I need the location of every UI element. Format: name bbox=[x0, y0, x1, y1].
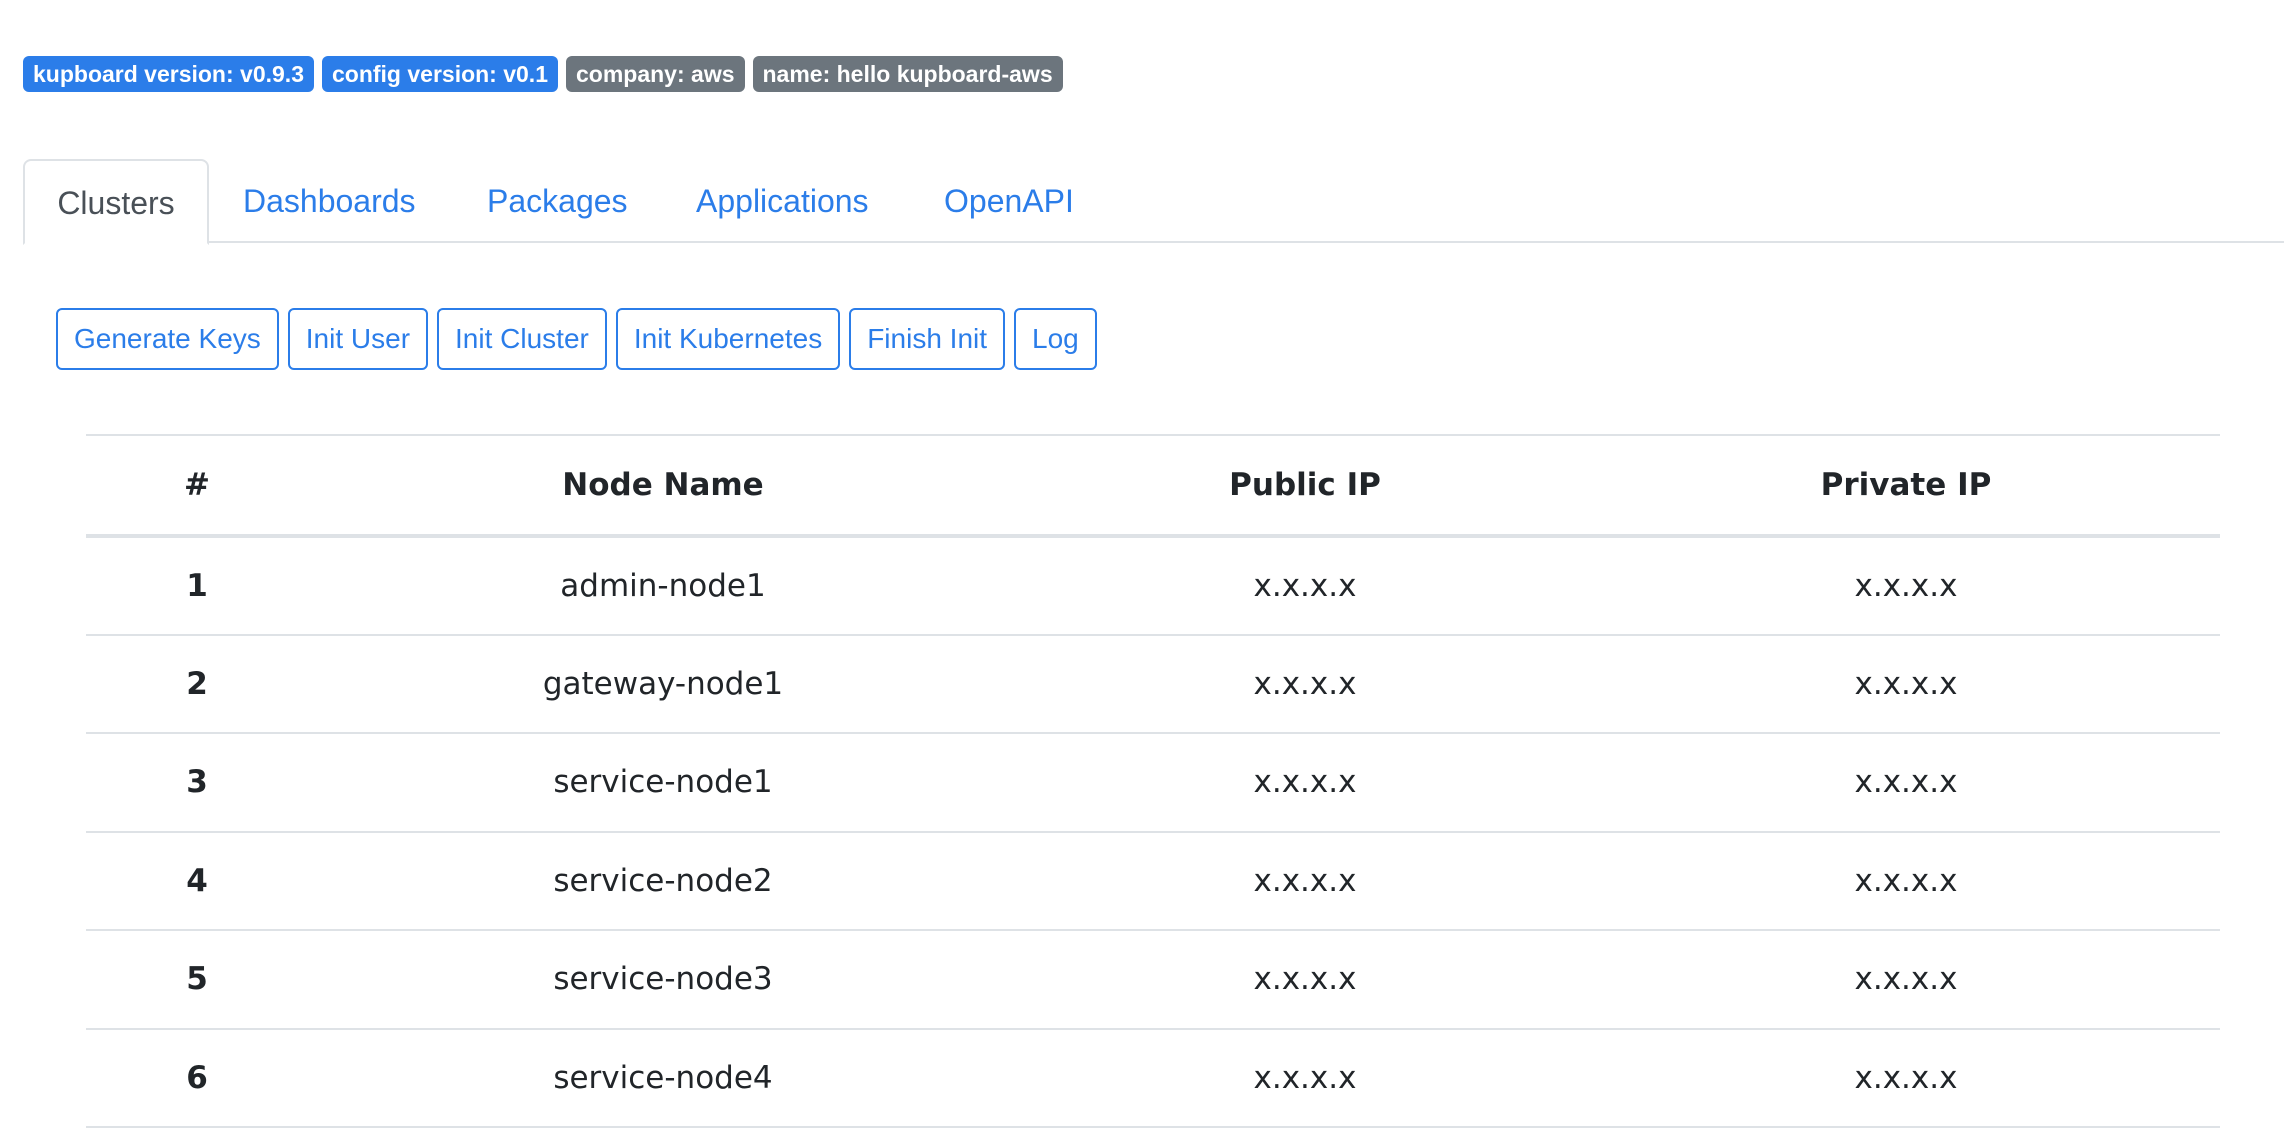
row-private-ip: x.x.x.x bbox=[1854, 961, 1958, 998]
table-row: 6 service-node4 x.x.x.x x.x.x.x bbox=[86, 1029, 2220, 1127]
row-index: 1 bbox=[186, 567, 208, 604]
row-private-ip: x.x.x.x bbox=[1854, 764, 1958, 801]
row-private-ip: x.x.x.x bbox=[1854, 665, 1958, 702]
row-public-ip: x.x.x.x bbox=[1253, 764, 1357, 801]
column-header-node-name: Node Name bbox=[562, 467, 764, 503]
nodes-table-container: # Node Name Public IP Private IP 1 admin… bbox=[86, 434, 2220, 1128]
name-badge: name: hello kupboard-aws bbox=[752, 56, 1063, 92]
version-badges: kupboard version: v0.9.3 config version:… bbox=[23, 56, 1063, 92]
cluster-actions: Generate Keys Init User Init Cluster Ini… bbox=[56, 308, 1097, 370]
row-private-ip: x.x.x.x bbox=[1854, 862, 1958, 899]
row-public-ip: x.x.x.x bbox=[1253, 862, 1357, 899]
row-public-ip: x.x.x.x bbox=[1253, 665, 1357, 702]
row-node-name: service-node2 bbox=[553, 862, 773, 899]
row-index: 3 bbox=[186, 764, 208, 801]
row-private-ip: x.x.x.x bbox=[1854, 567, 1958, 604]
table-row: 2 gateway-node1 x.x.x.x x.x.x.x bbox=[86, 635, 2220, 733]
column-header-private-ip: Private IP bbox=[1820, 467, 1992, 503]
nodes-table: # Node Name Public IP Private IP 1 admin… bbox=[86, 434, 2220, 1128]
table-row: 3 service-node1 x.x.x.x x.x.x.x bbox=[86, 733, 2220, 832]
log-button[interactable]: Log bbox=[1014, 308, 1097, 370]
table-row: 4 service-node2 x.x.x.x x.x.x.x bbox=[86, 832, 2220, 930]
row-node-name: service-node3 bbox=[553, 961, 773, 998]
row-index: 4 bbox=[186, 862, 208, 899]
init-cluster-button[interactable]: Init Cluster bbox=[437, 308, 607, 370]
init-kubernetes-button[interactable]: Init Kubernetes bbox=[615, 308, 841, 370]
table-body: 1 admin-node1 x.x.x.x x.x.x.x 2 gateway-… bbox=[86, 536, 2220, 1127]
row-index: 6 bbox=[186, 1059, 208, 1096]
tab-clusters[interactable]: Clusters bbox=[23, 159, 209, 245]
row-public-ip: x.x.x.x bbox=[1253, 567, 1357, 604]
row-public-ip: x.x.x.x bbox=[1253, 961, 1357, 998]
row-node-name: admin-node1 bbox=[560, 567, 766, 604]
table-header: # Node Name Public IP Private IP bbox=[86, 435, 2220, 536]
table-row: 1 admin-node1 x.x.x.x x.x.x.x bbox=[86, 536, 2220, 635]
row-node-name: service-node4 bbox=[553, 1059, 773, 1096]
column-header-public-ip: Public IP bbox=[1229, 467, 1381, 503]
init-user-button[interactable]: Init User bbox=[287, 308, 429, 370]
config-version-badge: config version: v0.1 bbox=[321, 56, 558, 92]
company-badge: company: aws bbox=[566, 56, 745, 92]
row-node-name: service-node1 bbox=[553, 764, 773, 801]
finish-init-button[interactable]: Finish Init bbox=[849, 308, 1006, 370]
row-private-ip: x.x.x.x bbox=[1854, 1059, 1958, 1096]
row-index: 2 bbox=[186, 665, 208, 702]
generate-keys-button[interactable]: Generate Keys bbox=[56, 308, 279, 370]
row-node-name: gateway-node1 bbox=[542, 665, 784, 702]
main-tabs: Clusters Dashboards Packages Application… bbox=[23, 159, 2284, 245]
tab-dashboards[interactable]: Dashboards bbox=[243, 159, 416, 243]
row-index: 5 bbox=[186, 961, 208, 998]
tab-packages[interactable]: Packages bbox=[487, 159, 628, 243]
page: kupboard version: v0.9.3 config version:… bbox=[0, 0, 2284, 1142]
column-header-index: # bbox=[184, 467, 210, 503]
table-row: 5 service-node3 x.x.x.x x.x.x.x bbox=[86, 930, 2220, 1029]
tab-applications[interactable]: Applications bbox=[696, 159, 869, 243]
tab-openapi[interactable]: OpenAPI bbox=[944, 159, 1074, 243]
kupboard-version-badge: kupboard version: v0.9.3 bbox=[23, 56, 314, 92]
row-public-ip: x.x.x.x bbox=[1253, 1059, 1357, 1096]
table-header-row: # Node Name Public IP Private IP bbox=[86, 435, 2220, 536]
